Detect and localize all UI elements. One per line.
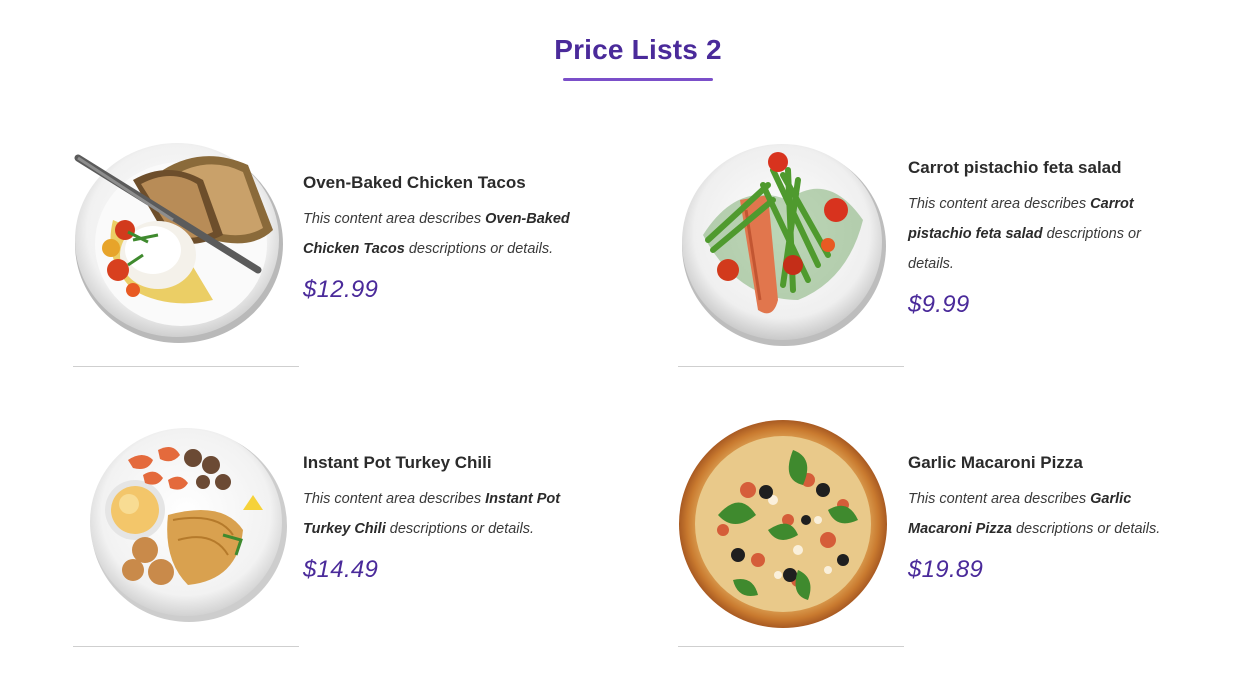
- item-divider: [678, 646, 904, 647]
- price-list-item: Oven-Baked Chicken Tacos This content ar…: [73, 140, 633, 370]
- price-list-item: Garlic Macaroni Pizza This content area …: [678, 420, 1238, 650]
- desc-prefix: This content area describes: [908, 491, 1091, 507]
- desc-suffix: descriptions or details.: [1011, 521, 1161, 537]
- item-price: $9.99: [908, 291, 970, 318]
- section-title: Price Lists 2: [554, 34, 722, 65]
- item-divider: [678, 366, 904, 367]
- desc-prefix: This content area describes: [303, 491, 486, 507]
- item-text: Oven-Baked Chicken Tacos This content ar…: [303, 172, 593, 304]
- item-description: This content area describes Oven-Baked C…: [303, 204, 593, 264]
- item-divider: [73, 646, 299, 647]
- plate-seafood-fish-icon: [73, 420, 299, 646]
- item-price: $12.99: [303, 276, 379, 303]
- desc-suffix: descriptions or details.: [404, 241, 554, 257]
- item-text: Garlic Macaroni Pizza This content area …: [908, 452, 1198, 584]
- item-name: Garlic Macaroni Pizza: [908, 453, 1083, 472]
- pizza-icon: [678, 420, 904, 646]
- plate-salmon-asparagus-icon: [678, 140, 904, 366]
- item-description: This content area describes Carrot pista…: [908, 189, 1188, 279]
- item-text: Carrot pistachio feta salad This content…: [908, 157, 1188, 319]
- item-price: $19.89: [908, 556, 984, 583]
- item-description: This content area describes Garlic Macar…: [908, 484, 1198, 544]
- item-name: Carrot pistachio feta salad: [908, 158, 1122, 177]
- item-name: Instant Pot Turkey Chili: [303, 453, 492, 472]
- item-price: $14.49: [303, 556, 379, 583]
- item-divider: [73, 366, 299, 367]
- item-description: This content area describes Instant Pot …: [303, 484, 593, 544]
- item-name: Oven-Baked Chicken Tacos: [303, 173, 526, 192]
- title-underline: [563, 78, 713, 81]
- price-list-item: Instant Pot Turkey Chili This content ar…: [73, 420, 633, 650]
- price-list-item: Carrot pistachio feta salad This content…: [678, 140, 1238, 370]
- desc-suffix: descriptions or details.: [385, 521, 535, 537]
- item-text: Instant Pot Turkey Chili This content ar…: [303, 452, 593, 584]
- desc-prefix: This content area describes: [303, 211, 486, 227]
- desc-prefix: This content area describes: [908, 196, 1091, 212]
- plate-burrata-bread-icon: [73, 140, 299, 366]
